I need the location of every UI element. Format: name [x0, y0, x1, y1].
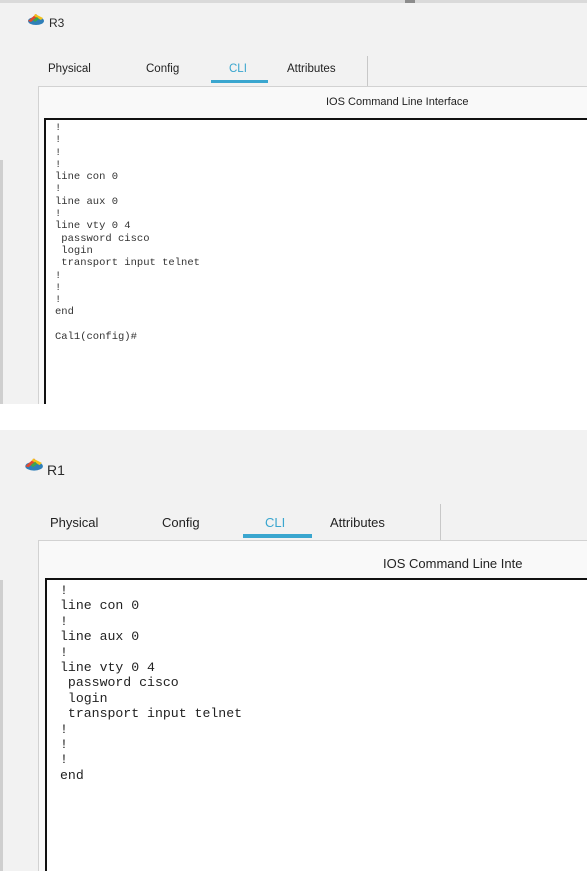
left-edge — [0, 160, 3, 404]
console-line: ! — [60, 721, 68, 737]
window-title: R1 — [47, 462, 65, 478]
top-strip — [0, 0, 587, 3]
console-line: password cisco — [55, 232, 150, 245]
console-line: line con 0 — [55, 171, 119, 184]
cli-console[interactable]: ! line con 0! line aux 0! line vty 0 4 pass… — [45, 578, 587, 871]
console-line: line aux 0 — [55, 195, 119, 208]
window-title: R3 — [49, 16, 65, 30]
console-line: ! — [60, 583, 68, 598]
router-icon — [25, 12, 45, 31]
tab-config[interactable]: Config — [162, 515, 200, 530]
active-tab-indicator — [243, 534, 312, 538]
left-edge — [0, 580, 3, 871]
console-line: ! — [55, 146, 62, 159]
tab-attributes[interactable]: Attributes — [287, 63, 336, 75]
console-line: ! — [55, 134, 62, 147]
console-line: ! — [60, 613, 68, 629]
console-line: password cisco — [60, 675, 179, 691]
console-line: ! — [55, 208, 62, 221]
tab-cli[interactable]: CLI — [229, 63, 247, 75]
tab-attributes[interactable]: Attributes — [330, 515, 385, 530]
console-line: ! — [55, 183, 62, 196]
panel-title: IOS Command Line Inte — [383, 556, 523, 571]
tab-physical[interactable]: Physical — [48, 63, 91, 75]
console-prompt: Cal1(config)# — [55, 331, 137, 344]
console-line: transport input telnet — [55, 257, 200, 270]
console-line: end — [60, 767, 84, 783]
console-line: ! — [60, 737, 68, 753]
r3-device-window: R3 Physical Config CLI Attributes IOS Co… — [0, 0, 587, 404]
console-line: line con 0 — [60, 598, 140, 614]
tab-cli[interactable]: CLI — [265, 515, 285, 530]
console-line: transport input telnet — [60, 706, 243, 722]
r1-device-window: R1 Physical Config CLI Attributes IOS Co… — [0, 430, 587, 871]
tab-separator — [440, 504, 441, 540]
console-line: ! — [55, 122, 62, 134]
cli-console[interactable]: !!!! line con 0! line aux 0! line vty 0 4 p… — [44, 118, 587, 404]
console-line: ! — [55, 158, 62, 171]
console-line: login — [60, 690, 108, 706]
window-gap — [0, 404, 587, 430]
router-icon — [22, 456, 44, 477]
console-line: ! — [55, 294, 62, 307]
console-line: login — [55, 244, 93, 257]
tab-physical[interactable]: Physical — [50, 515, 98, 530]
console-output: ! line con 0! line aux 0! line vty 0 4 pass… — [47, 580, 587, 783]
console-line: line aux 0 — [60, 629, 140, 645]
panel-title: IOS Command Line Interface — [326, 96, 469, 108]
active-tab-indicator — [211, 80, 268, 83]
console-line: ! — [60, 644, 68, 660]
console-line: line vty 0 4 — [60, 660, 155, 676]
console-line: end — [55, 306, 74, 319]
console-line: line vty 0 4 — [55, 220, 131, 233]
console-line: ! — [55, 281, 62, 294]
top-strip-mark — [405, 0, 415, 3]
console-line: ! — [60, 752, 68, 768]
console-output: !!!! line con 0! line aux 0! line vty 0 4 p… — [46, 120, 587, 343]
tab-separator — [367, 56, 368, 86]
console-line: ! — [55, 269, 62, 282]
tab-config[interactable]: Config — [146, 63, 179, 75]
